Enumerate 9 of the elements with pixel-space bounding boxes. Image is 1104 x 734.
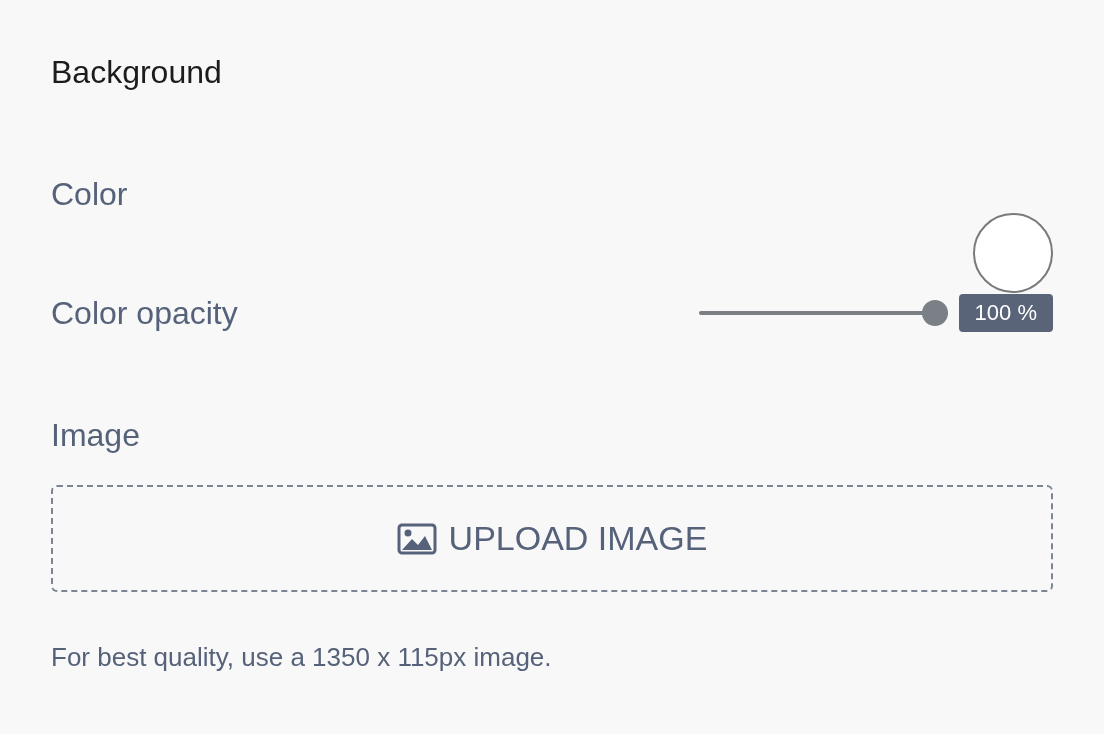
section-title: Background [51,53,222,92]
field-label: Color opacity [51,294,238,333]
field-label: Image [51,416,140,455]
field-label: Color [51,175,128,214]
image-icon [396,522,437,555]
upload-image-button[interactable]: UPLOAD IMAGE [51,485,1053,592]
opacity-value: 100 % [958,294,1053,332]
slider-thumb[interactable] [921,300,948,326]
hint-text: For best quality, use a 1350 x 115px image. [51,642,552,672]
